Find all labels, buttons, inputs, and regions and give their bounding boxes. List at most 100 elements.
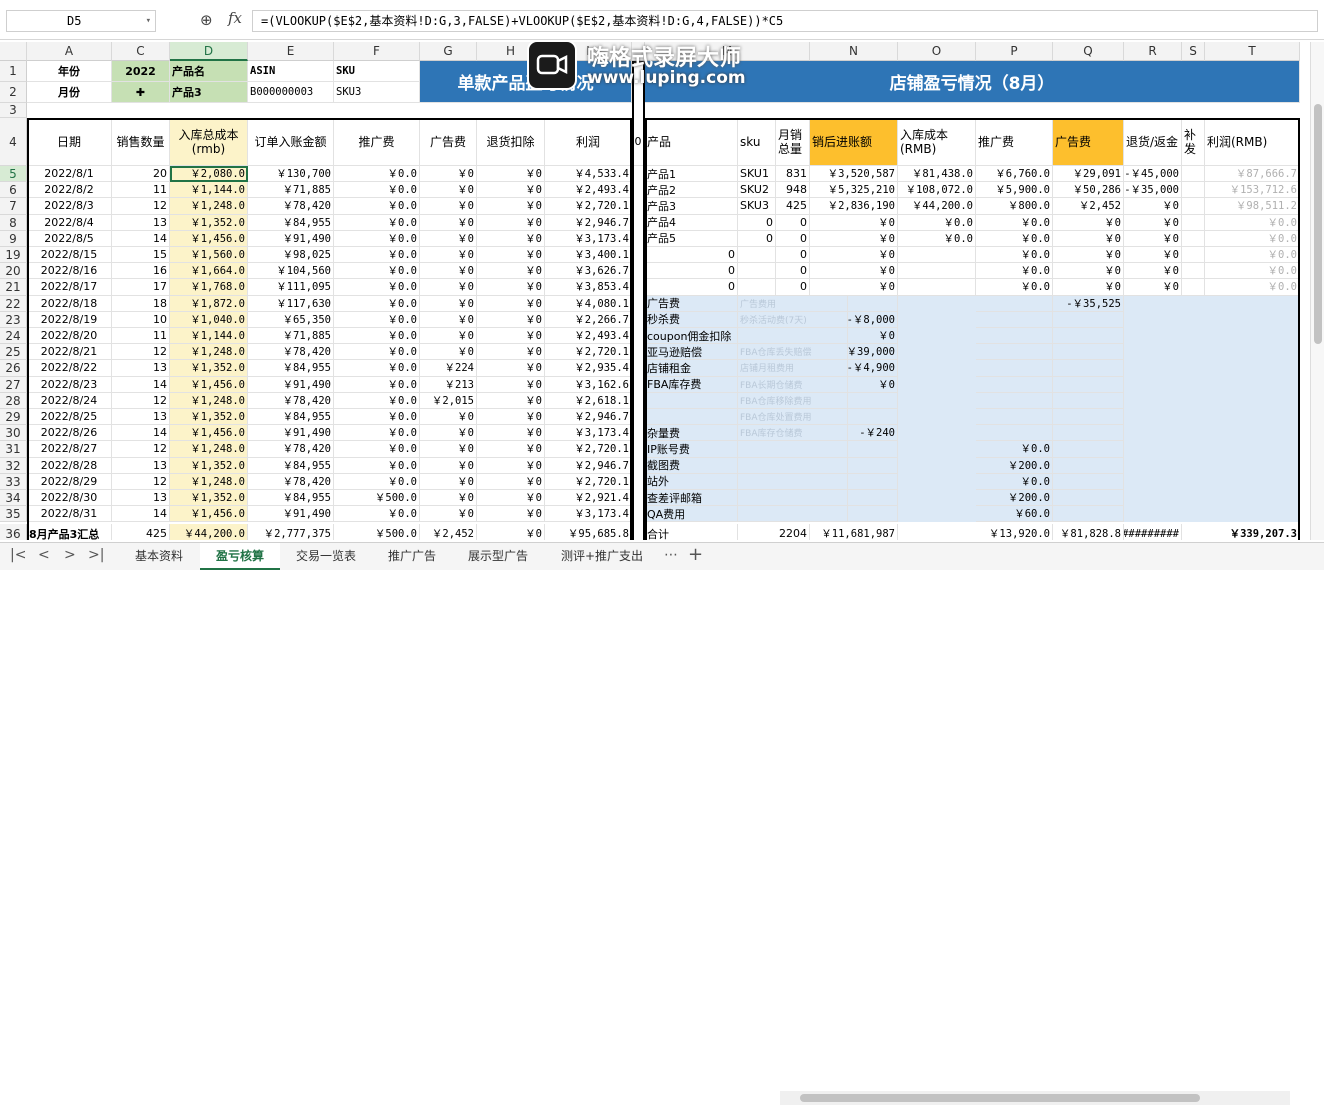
store-ad-cell[interactable]: ￥0 (1053, 279, 1124, 296)
cost-cell[interactable]: ￥1,248.0 (170, 441, 248, 458)
store-qty-cell[interactable]: 0 (776, 263, 810, 280)
promo-cost-cell[interactable]: ￥0.0 (334, 311, 420, 328)
expense-amount[interactable] (848, 295, 898, 312)
cost-cell[interactable]: ￥1,352.0 (170, 409, 248, 426)
order-amount-cell[interactable]: ￥98,025 (248, 247, 334, 264)
store-reship-cell[interactable] (1182, 182, 1205, 199)
formula-input[interactable]: =(VLOOKUP($E$2,基本资料!D:G,3,FALSE)+VLOOKUP… (252, 10, 1318, 32)
ad-cost-cell[interactable]: ￥0 (420, 247, 477, 264)
promo-cost-cell[interactable]: ￥0.0 (334, 263, 420, 280)
store-promo-cell[interactable]: ￥0.0 (976, 263, 1053, 280)
cost-cell[interactable]: ￥1,456.0 (170, 506, 248, 523)
cost-cell[interactable]: ￥1,352.0 (170, 490, 248, 507)
zoom-icon[interactable]: ⊕ (200, 11, 213, 29)
row-header[interactable]: 25 (0, 344, 27, 361)
qty-cell[interactable]: 13 (112, 490, 170, 507)
cost-cell[interactable]: ￥1,352.0 (170, 214, 248, 231)
order-amount-cell[interactable]: ￥84,955 (248, 457, 334, 474)
profit-cell[interactable]: ￥3,173.4 (545, 230, 632, 247)
store-total-ad[interactable]: ￥81,828.8 (1053, 524, 1124, 540)
store-profit-cell[interactable]: ￥0.0 (1205, 279, 1300, 296)
order-amount-cell[interactable]: ￥91,490 (248, 506, 334, 523)
store-ad-cell[interactable]: ￥0 (1053, 230, 1124, 247)
ad-cost-cell[interactable]: ￥213 (420, 376, 477, 393)
qty-cell[interactable]: 13 (112, 457, 170, 474)
horizontal-scroll-thumb[interactable] (800, 1094, 1200, 1102)
qty-cell[interactable]: 12 (112, 344, 170, 361)
order-amount-cell[interactable]: ￥78,420 (248, 392, 334, 409)
promo-cost-cell[interactable]: ￥0.0 (334, 360, 420, 377)
store-product-cell[interactable]: 0 (645, 247, 738, 264)
profit-cell[interactable]: ￥2,935.4 (545, 360, 632, 377)
promo-cost-cell[interactable]: ￥0.0 (334, 392, 420, 409)
promo-cost-cell[interactable]: ￥0.0 (334, 214, 420, 231)
date-cell[interactable]: 2022/8/17 (27, 279, 112, 296)
cost-cell[interactable]: ￥1,560.0 (170, 247, 248, 264)
row-header[interactable]: 33 (0, 473, 27, 490)
store-profit-cell[interactable]: ￥0.0 (1205, 214, 1300, 231)
store-qty-cell[interactable]: 0 (776, 279, 810, 296)
column-header[interactable]: P (976, 42, 1053, 61)
store-ad-cell[interactable]: ￥0 (1053, 263, 1124, 280)
store-ad-cell[interactable]: ￥29,091 (1053, 166, 1124, 183)
row-header[interactable]: 8 (0, 214, 27, 231)
row-header[interactable]: 26 (0, 360, 27, 377)
date-cell[interactable]: 2022/8/3 (27, 198, 112, 215)
expense-label[interactable]: IP账号费 (645, 441, 738, 458)
ad-cost-cell[interactable]: ￥0 (420, 214, 477, 231)
store-qty-cell[interactable]: 0 (776, 230, 810, 247)
column-header[interactable]: G (420, 42, 477, 61)
row-header[interactable]: 29 (0, 409, 27, 426)
store-sku-cell[interactable] (738, 279, 776, 296)
profit-cell[interactable]: ￥2,921.4 (545, 490, 632, 507)
row-header[interactable]: 23 (0, 311, 27, 328)
expense-ad[interactable] (1053, 441, 1124, 458)
ad-cost-cell[interactable]: ￥0 (420, 457, 477, 474)
expense-ad[interactable] (1053, 473, 1124, 490)
store-qty-cell[interactable]: 0 (776, 247, 810, 264)
return-deduction-cell[interactable]: ￥0 (477, 490, 545, 507)
store-cost-cell[interactable]: ￥0.0 (898, 214, 976, 231)
date-cell[interactable]: 2022/8/20 (27, 328, 112, 345)
expense-label[interactable]: 秒杀费 (645, 311, 738, 328)
row-header[interactable]: 3 (0, 103, 27, 118)
ad-cost-cell[interactable]: ￥0 (420, 441, 477, 458)
profit-cell[interactable]: ￥2,720.1 (545, 441, 632, 458)
date-cell[interactable]: 2022/8/21 (27, 344, 112, 361)
qty-cell[interactable]: 14 (112, 506, 170, 523)
promo-cost-cell[interactable]: ￥0.0 (334, 295, 420, 312)
store-ad-cell[interactable]: ￥0 (1053, 214, 1124, 231)
asin-value[interactable]: B000000003 (248, 82, 334, 103)
expense-amount[interactable]: -￥4,900 (848, 360, 898, 377)
expense-ad[interactable] (1053, 311, 1124, 328)
promo-cost-cell[interactable]: ￥0.0 (334, 506, 420, 523)
store-sales-cell[interactable]: ￥0 (810, 247, 898, 264)
store-sales-cell[interactable]: ￥0 (810, 230, 898, 247)
store-profit-cell[interactable]: ￥87,666.7 (1205, 166, 1300, 183)
expense-promo[interactable] (976, 344, 1053, 361)
qty-cell[interactable]: 13 (112, 360, 170, 377)
store-sku-cell[interactable] (738, 247, 776, 264)
date-cell[interactable]: 2022/8/5 (27, 230, 112, 247)
qty-cell[interactable]: 14 (112, 230, 170, 247)
promo-cost-cell[interactable]: ￥0.0 (334, 198, 420, 215)
store-sales-cell[interactable]: ￥0 (810, 263, 898, 280)
row-header[interactable]: 27 (0, 376, 27, 393)
sku-value[interactable]: SKU3 (334, 82, 420, 103)
ad-cost-cell[interactable]: ￥0 (420, 311, 477, 328)
date-cell[interactable]: 2022/8/23 (27, 376, 112, 393)
return-deduction-cell[interactable]: ￥0 (477, 166, 545, 183)
add-sheet-icon[interactable]: + (688, 544, 703, 565)
qty-cell[interactable]: 18 (112, 295, 170, 312)
qty-cell[interactable]: 14 (112, 425, 170, 442)
row-header[interactable]: 5 (0, 166, 27, 183)
cost-cell[interactable]: ￥1,352.0 (170, 360, 248, 377)
store-promo-cell[interactable]: ￥6,760.0 (976, 166, 1053, 183)
qty-cell[interactable]: 12 (112, 441, 170, 458)
cost-cell[interactable]: ￥1,456.0 (170, 376, 248, 393)
ad-cost-cell[interactable]: ￥0 (420, 409, 477, 426)
profit-cell[interactable]: ￥2,946.7 (545, 409, 632, 426)
ad-cost-cell[interactable]: ￥0 (420, 279, 477, 296)
expense-ad[interactable] (1053, 409, 1124, 426)
store-sales-cell[interactable]: ￥0 (810, 214, 898, 231)
